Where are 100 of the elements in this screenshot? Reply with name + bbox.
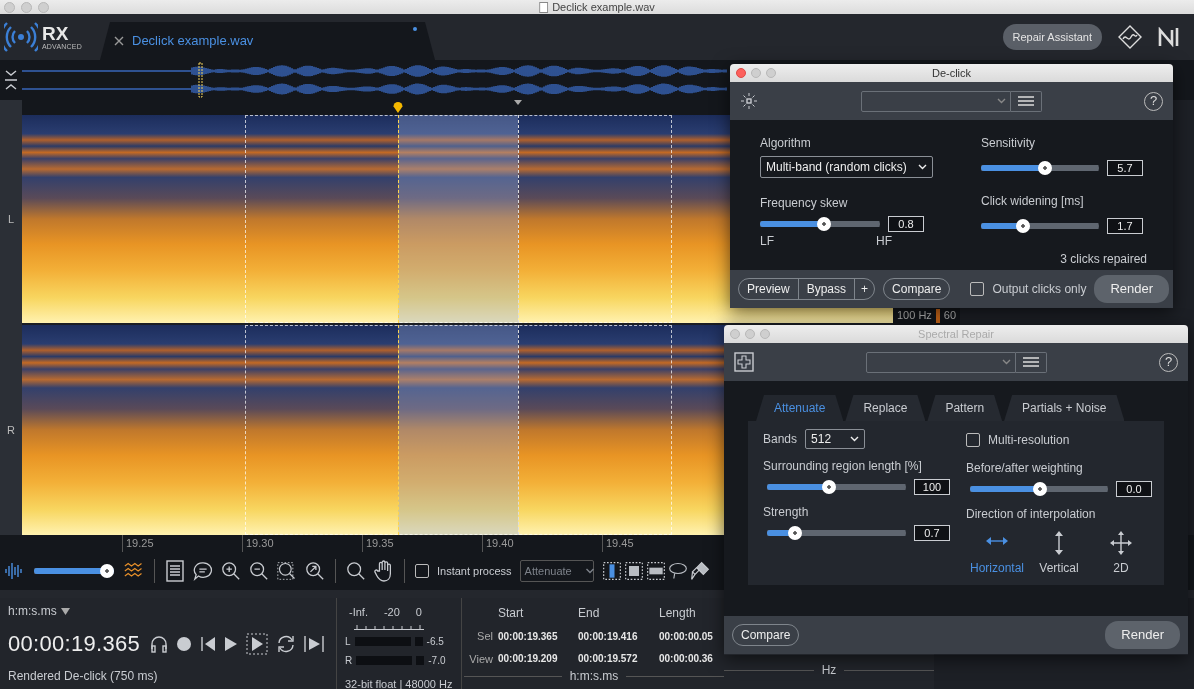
time-tick-label: 19.25	[126, 537, 154, 549]
meter-scale-label: 0	[415, 605, 422, 620]
logo-text: RX	[42, 24, 70, 43]
record-icon[interactable]	[176, 635, 192, 652]
bypass-button[interactable]: Bypass	[797, 279, 855, 299]
comment-icon[interactable]	[193, 560, 213, 582]
caret-down-icon	[1002, 359, 1011, 365]
slider-thumb[interactable]	[1038, 161, 1053, 175]
time-format-dropdown[interactable]: h:m:s.ms	[8, 602, 328, 620]
channel-label: R	[7, 422, 15, 438]
range-label: LF	[760, 233, 774, 250]
meter-scale-ruler	[354, 624, 424, 630]
add-button[interactable]: +	[854, 279, 875, 299]
value-field[interactable]: 0.7	[914, 525, 950, 541]
meter-channel-label: R	[345, 653, 353, 668]
value-field[interactable]: 1.7	[1107, 218, 1143, 234]
slider-thumb[interactable]	[788, 526, 803, 540]
caret-down-icon	[996, 98, 1006, 104]
slider-thumb[interactable]	[1033, 482, 1048, 496]
value-field[interactable]: 0.8	[888, 216, 924, 232]
algorithm-dropdown[interactable]: Multi-band (random clicks)	[760, 156, 933, 178]
time-display: 00:00:19.365	[8, 630, 141, 658]
time-tick-label: 19.35	[366, 537, 394, 549]
headphones-icon[interactable]	[150, 634, 168, 653]
magnifier-icon[interactable]	[346, 560, 366, 582]
list-icon[interactable]	[165, 560, 185, 582]
window-title: Spectral Repair	[917, 327, 995, 342]
tab[interactable]: Partials + Noise	[1004, 395, 1125, 421]
selection-end-marker-icon[interactable]	[514, 100, 522, 106]
field-label: Before/after weighting	[966, 460, 1084, 477]
play-selection-icon[interactable]	[246, 632, 268, 655]
skip-back-icon[interactable]	[200, 635, 216, 652]
checkbox-label: Output clicks only	[992, 281, 1087, 298]
hand-icon[interactable]	[374, 559, 394, 583]
value-field[interactable]: 5.7	[1107, 160, 1143, 176]
selection-rectangle[interactable]	[245, 115, 672, 323]
file-tab[interactable]: Declick example.wav	[100, 22, 435, 60]
audio-format-text: 32-bit float | 48000 Hz	[345, 676, 453, 689]
collapse-expand-icon[interactable]	[4, 69, 18, 91]
four-way-arrows-icon[interactable]	[1109, 531, 1133, 555]
preview-button[interactable]: Preview	[739, 279, 798, 299]
tab[interactable]: Pattern	[927, 395, 1003, 421]
repair-assistant-button[interactable]: Repair Assistant	[1002, 23, 1102, 51]
range-label: HF	[876, 233, 892, 250]
render-button[interactable]: Render	[1105, 621, 1180, 649]
loop-icon[interactable]	[276, 633, 296, 654]
bands-dropdown[interactable]: 512	[805, 429, 866, 449]
value-field[interactable]: 0.0	[1116, 481, 1152, 497]
zoom-in-icon[interactable]	[221, 560, 241, 582]
render-button[interactable]: Render	[1094, 275, 1170, 303]
slider-thumb[interactable]	[100, 564, 114, 578]
window-title: De-click	[930, 66, 973, 81]
playhead-pin-icon[interactable]	[392, 100, 404, 114]
table-cell-text: 00:00:19.209	[498, 652, 559, 667]
slider-thumb[interactable]	[822, 480, 836, 494]
tab[interactable]: Replace	[845, 395, 926, 421]
table-cell-text: 00:00:19.572	[578, 652, 639, 667]
value-field[interactable]: 100	[914, 479, 950, 495]
menu-icon	[1017, 96, 1034, 106]
slider-thumb[interactable]	[1016, 219, 1031, 233]
spark-icon	[740, 92, 758, 110]
checkbox[interactable]	[970, 282, 985, 296]
field-label: Surrounding region length [%]	[763, 458, 923, 475]
menu-button[interactable]	[1010, 90, 1042, 112]
caret-down-icon	[918, 164, 927, 170]
menu-button[interactable]	[1016, 351, 1047, 373]
checkbox[interactable]	[415, 564, 429, 578]
field-label: Frequency skew	[760, 195, 849, 212]
table-cell-text: 00:00:19.365	[498, 629, 559, 644]
play-icon[interactable]	[224, 635, 238, 652]
checkbox-label: Multi-resolution	[988, 432, 1070, 449]
tab[interactable]: Attenuate	[756, 395, 844, 421]
concentric-rings-icon	[4, 20, 38, 54]
option-label[interactable]: Horizontal	[970, 559, 1024, 577]
time-tick-label: 19.45	[606, 537, 634, 549]
option-label[interactable]: 2D	[1113, 559, 1129, 577]
close-icon[interactable]	[114, 36, 124, 46]
close-button[interactable]	[736, 68, 746, 78]
slider-thumb[interactable]	[817, 217, 832, 231]
diamond-logo-icon	[1118, 25, 1142, 49]
option-label[interactable]: Vertical	[1039, 559, 1079, 577]
table-cell-text: 00:00:00.36	[659, 652, 714, 667]
rectangle-selection-tool-icon[interactable]	[623, 559, 644, 583]
play-to-end-icon[interactable]	[304, 633, 324, 654]
field-label: Algorithm	[760, 135, 812, 152]
checkbox[interactable]	[966, 433, 980, 447]
time-selection-tool-icon[interactable]	[601, 559, 622, 583]
level-meter	[356, 655, 413, 665]
frequency-selection-tool-icon[interactable]	[645, 559, 666, 583]
field-label: Strength	[763, 504, 810, 521]
channel-label: L	[7, 211, 15, 227]
waveform-icon[interactable]	[4, 560, 24, 582]
menu-icon	[1023, 357, 1039, 367]
meter-channel-label: L	[345, 634, 351, 649]
zoom-fit-icon[interactable]	[305, 560, 325, 582]
zoom-out-icon[interactable]	[249, 560, 269, 582]
time-tick-label: 19.30	[246, 537, 274, 549]
zoom-selection-icon[interactable]	[277, 560, 297, 582]
unit-label: Hz	[821, 662, 837, 679]
dropdown-triangle-icon	[60, 607, 70, 615]
